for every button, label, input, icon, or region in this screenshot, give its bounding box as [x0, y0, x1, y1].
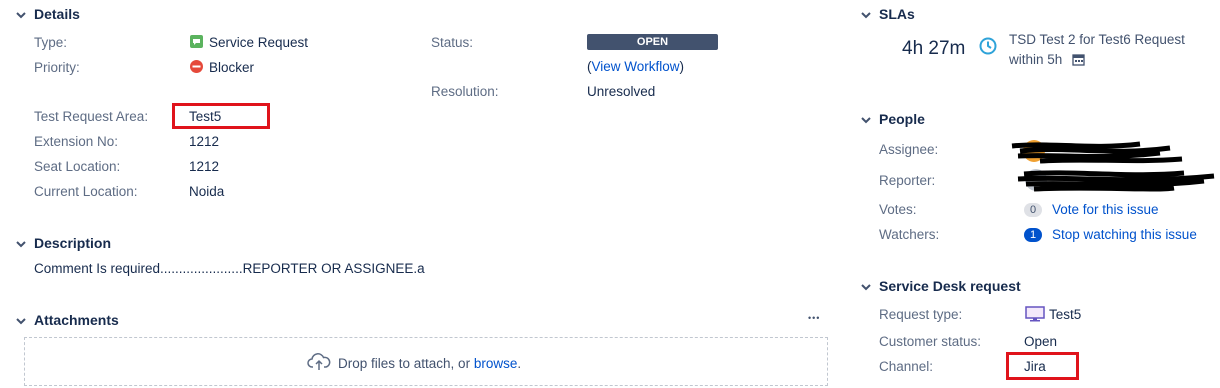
- people-heading[interactable]: People: [879, 111, 925, 127]
- description-heading[interactable]: Description: [34, 235, 111, 251]
- vote-link[interactable]: Vote for this issue: [1052, 202, 1159, 217]
- request-type-label: Request type:: [879, 307, 963, 322]
- attachments-collapse-chevron-icon[interactable]: [14, 314, 28, 328]
- description-text[interactable]: Comment Is required.....................…: [34, 261, 425, 276]
- watchers-label: Watchers:: [879, 227, 940, 242]
- priority-value: Blocker: [209, 60, 255, 75]
- monitor-request-type-icon: [1025, 306, 1045, 322]
- test-request-area-label: Test Request Area:: [34, 109, 149, 124]
- dropzone-period: .: [517, 356, 522, 371]
- reporter-redacted-scribble: [1017, 169, 1215, 192]
- details-collapse-chevron-icon[interactable]: [14, 8, 28, 22]
- view-workflow-close-paren: ): [679, 59, 685, 74]
- extension-value[interactable]: 1212: [189, 134, 219, 149]
- customer-status-label: Customer status:: [879, 334, 982, 349]
- current-location-label: Current Location:: [34, 184, 138, 199]
- resolution-value: Unresolved: [587, 84, 656, 99]
- description-collapse-chevron-icon[interactable]: [14, 237, 28, 251]
- service-desk-collapse-chevron-icon[interactable]: [859, 280, 873, 294]
- sla-clock-icon: [979, 37, 997, 55]
- dropzone-text: Drop files to attach, or browse.: [338, 356, 521, 371]
- attachments-heading[interactable]: Attachments: [34, 312, 119, 328]
- seat-location-label: Seat Location:: [34, 159, 121, 174]
- slas-heading[interactable]: SLAs: [879, 6, 915, 22]
- current-location-value[interactable]: Noida: [189, 184, 224, 199]
- extension-label: Extension No:: [34, 134, 119, 149]
- type-label: Type:: [34, 35, 68, 50]
- sla-remaining-time: 4h 27m: [902, 38, 966, 59]
- slas-collapse-chevron-icon[interactable]: [859, 8, 873, 22]
- view-workflow: (View Workflow): [587, 59, 684, 74]
- priority-label: Priority:: [34, 60, 80, 75]
- people-collapse-chevron-icon[interactable]: [859, 113, 873, 127]
- votes-count-badge: 0: [1024, 203, 1043, 217]
- dropzone-prompt: Drop files to attach, or: [338, 356, 474, 371]
- seat-location-value[interactable]: 1212: [189, 159, 219, 174]
- customer-status-value: Open: [1024, 334, 1058, 349]
- blocker-priority-icon: [190, 60, 203, 73]
- channel-value: Jira: [1024, 359, 1046, 374]
- details-heading[interactable]: Details: [34, 6, 80, 22]
- votes-label: Votes:: [879, 202, 917, 217]
- stop-watching-link[interactable]: Stop watching this issue: [1052, 227, 1197, 242]
- cloud-upload-icon: [307, 353, 331, 370]
- status-lozenge: OPEN: [587, 34, 718, 50]
- type-value: Service Request: [209, 35, 309, 50]
- reporter-label: Reporter:: [879, 173, 936, 188]
- service-desk-heading[interactable]: Service Desk request: [879, 278, 1021, 294]
- assignee-redacted-scribble: [1011, 140, 1183, 164]
- service-request-icon: [190, 35, 203, 48]
- request-type-value: Test5: [1049, 307, 1082, 322]
- view-workflow-link[interactable]: View Workflow: [592, 59, 680, 74]
- assignee-label: Assignee:: [879, 142, 939, 157]
- channel-label: Channel:: [879, 359, 934, 374]
- attachments-more-menu-icon[interactable]: •••: [808, 313, 820, 323]
- calendar-icon: [1072, 54, 1085, 66]
- watchers-count-badge: 1: [1024, 228, 1043, 242]
- resolution-label: Resolution:: [431, 84, 499, 99]
- sla-title: TSD Test 2 for Test6 Request: [1009, 32, 1185, 47]
- test-request-area-value[interactable]: Test5: [189, 109, 221, 124]
- sla-within: within 5h: [1009, 52, 1063, 67]
- browse-link[interactable]: browse: [474, 356, 518, 371]
- status-label: Status:: [431, 35, 474, 50]
